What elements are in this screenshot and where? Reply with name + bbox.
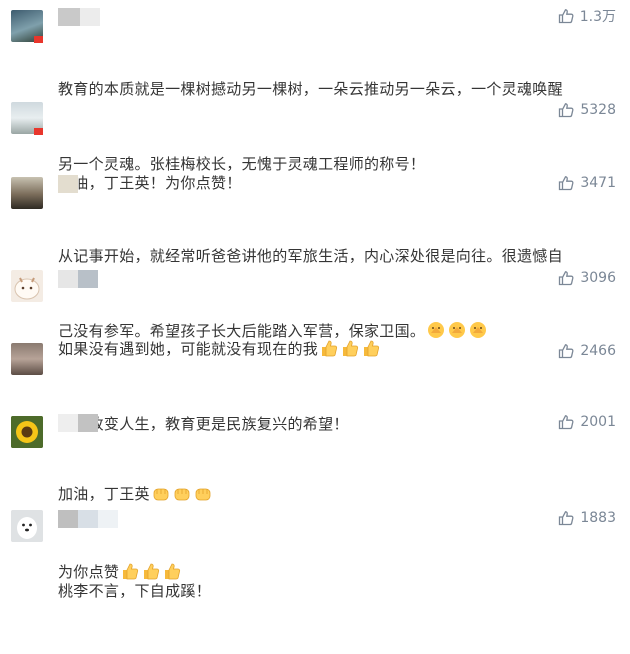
username-blurred[interactable]	[58, 270, 98, 288]
comment-item: 1.3万 教育的本质就是一棵树撼动另一棵树，一朵云推动另一朵云，一个灵魂唤醒 另…	[0, 6, 630, 173]
avatar[interactable]	[11, 416, 43, 448]
like-count: 3096	[580, 270, 616, 286]
thumbs-up-outline-icon	[559, 511, 574, 526]
username-blurred[interactable]	[58, 175, 78, 193]
thumbs-up-outline-icon	[558, 9, 574, 24]
like-button[interactable]: 2001	[558, 412, 616, 432]
avatar[interactable]	[11, 270, 43, 302]
comment-text: 桃李不言，下自成蹊！	[58, 529, 606, 654]
flag-icon	[34, 36, 43, 43]
comment-item: 2001 加油，丁王英 为你点赞	[0, 412, 630, 581]
thumbs-up-outline-icon	[559, 176, 574, 191]
comment-line: 从记事开始，就经常听爸爸讲他的军旅生活，内心深处很是向往。很遗憾自	[58, 247, 563, 265]
avatar[interactable]	[11, 177, 43, 209]
thumbs-up-outline-icon	[559, 344, 574, 359]
comment-item: 3471 从记事开始，就经常听爸爸讲他的军旅生活，内心深处很是向往。很遗憾自 己…	[0, 173, 630, 340]
fist-emoji	[193, 484, 213, 510]
like-count: 3471	[580, 175, 616, 191]
comment-item: 2466 教育改变人生，教育更是民族复兴的希望！	[0, 341, 630, 433]
thumbs-up-outline-icon	[559, 415, 574, 430]
comment-list: 1.3万 教育的本质就是一棵树撼动另一棵树，一朵云推动另一朵云，一个灵魂唤醒 另…	[0, 0, 630, 600]
like-button[interactable]: 2466	[558, 341, 616, 361]
like-button[interactable]: 3096	[558, 268, 616, 288]
like-button[interactable]: 1883	[558, 508, 616, 528]
like-button[interactable]: 1.3万	[558, 6, 616, 26]
like-count: 2001	[580, 414, 616, 430]
fist-emoji	[151, 484, 171, 510]
username-blurred[interactable]	[58, 414, 98, 432]
comment-item: 5328 加油，丁王英！为你点赞！	[0, 100, 630, 192]
avatar[interactable]	[11, 343, 43, 375]
like-button[interactable]: 3471	[558, 173, 616, 193]
username-blurred[interactable]	[58, 8, 100, 26]
like-count: 1.3万	[579, 9, 616, 25]
like-count: 2466	[580, 343, 616, 359]
comment-item: 3096 如果没有遇到她，可能就没有现在的我	[0, 268, 630, 358]
like-count: 1883	[580, 510, 616, 526]
avatar[interactable]	[11, 510, 43, 542]
comment-line: 教育的本质就是一棵树撼动另一棵树，一朵云推动另一朵云，一个灵魂唤醒	[58, 80, 563, 98]
comment-line: 加油，丁王英	[58, 482, 606, 510]
comment-item: 1883 桃李不言，下自成蹊！	[0, 508, 630, 600]
thumbs-up-outline-icon	[559, 103, 574, 118]
comment-line: 桃李不言，下自成蹊！	[58, 582, 212, 600]
username-blurred[interactable]	[58, 510, 118, 528]
like-count: 5328	[580, 102, 616, 118]
like-button[interactable]: 5328	[558, 100, 616, 120]
thumbs-up-outline-icon	[559, 271, 574, 286]
flag-icon	[34, 128, 43, 135]
fist-emoji	[172, 484, 192, 510]
